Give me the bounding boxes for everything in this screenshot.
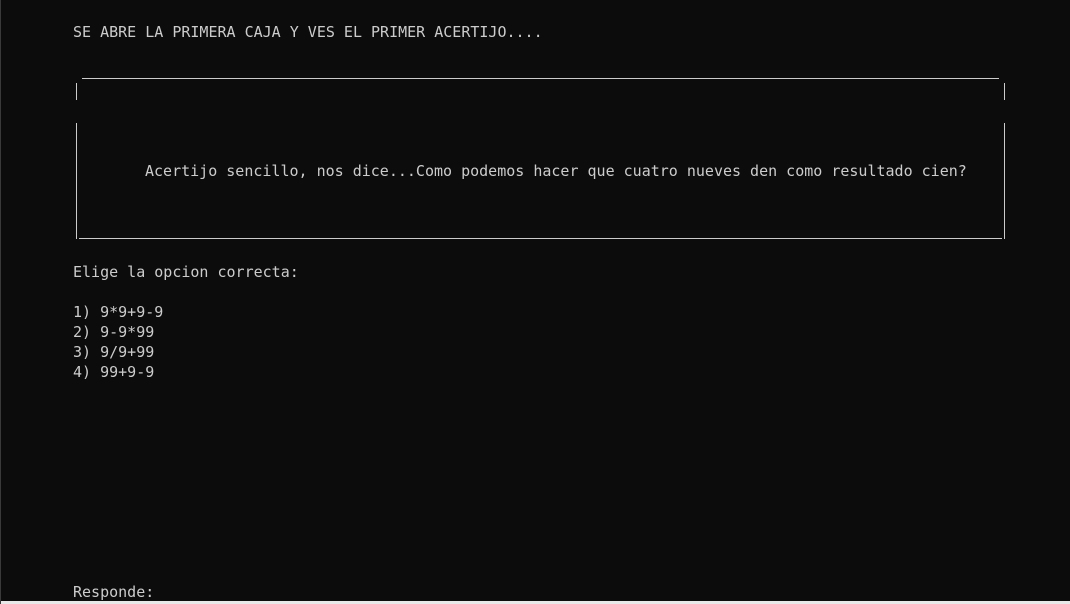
- option-1: 1) 9*9+9-9: [73, 303, 164, 321]
- box-left-pipe-2: [76, 123, 77, 239]
- option-4: 4) 99+9-9: [73, 363, 155, 381]
- option-3: 3) 9/9+99: [73, 343, 155, 361]
- riddle-box: Acertijo sencillo, nos dice...Como podem…: [76, 78, 1005, 239]
- box-left-pipe-1: [76, 83, 77, 100]
- intro-text: SE ABRE LA PRIMERA CAJA Y VES EL PRIMER …: [73, 23, 543, 41]
- box-right-pipe-2: [1004, 123, 1005, 239]
- box-top-border: [82, 78, 999, 79]
- console-window: SE ABRE LA PRIMERA CAJA Y VES EL PRIMER …: [0, 0, 1070, 604]
- option-2: 2) 9-9*99: [73, 323, 155, 341]
- box-right-pipe-1: [1004, 83, 1005, 100]
- answer-prompt[interactable]: Responde:: [73, 582, 154, 602]
- box-bottom-border: [79, 238, 1002, 239]
- choose-label: Elige la opcion correcta:: [73, 263, 299, 281]
- riddle-text: Acertijo sencillo, nos dice...Como podem…: [145, 162, 967, 180]
